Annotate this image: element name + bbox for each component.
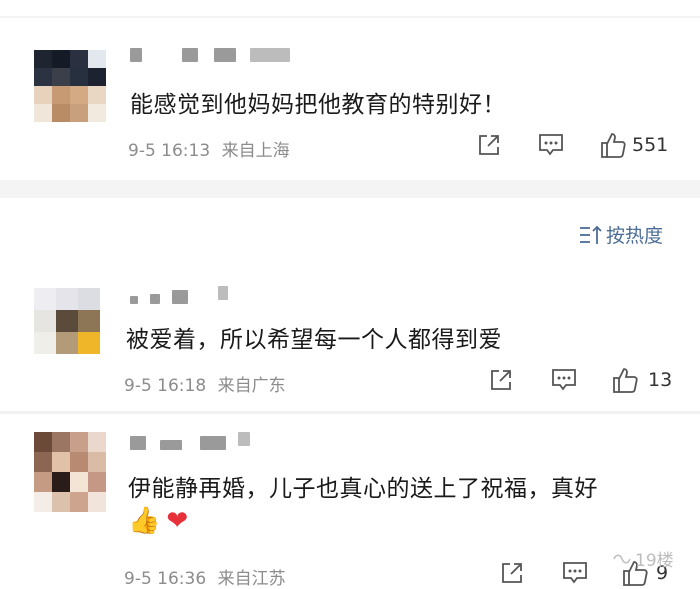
comment-time: 9-5 16:13 (128, 141, 211, 161)
section-divider (0, 180, 700, 198)
top-divider (0, 16, 700, 18)
comment-meta: 9-5 16:36 来自江苏 (124, 564, 286, 589)
like-count: 13 (648, 369, 673, 391)
comment-location: 来自上海 (221, 141, 290, 161)
comment-text: 伊能静再婚，儿子也真心的送上了祝福，真好 (128, 476, 598, 502)
comment-button[interactable] (538, 133, 564, 157)
sort-label: 按热度 (606, 225, 664, 247)
comment-icon (539, 134, 563, 156)
watermark: 19楼 (612, 546, 674, 571)
avatar[interactable] (34, 288, 100, 354)
comment-time: 9-5 16:36 (124, 569, 207, 589)
comment-button[interactable] (562, 561, 588, 585)
comment-icon (563, 562, 587, 584)
thumbs-up-emoji: 👍 (128, 506, 161, 536)
avatar[interactable] (34, 50, 106, 122)
like-button[interactable]: 13 (612, 366, 672, 394)
comment-location: 来自江苏 (217, 569, 286, 589)
comment-item: 伊能静再婚，儿子也真心的送上了祝福，真好 👍 ❤ 9-5 16:36 来自江苏 … (0, 414, 700, 589)
comment-button[interactable] (551, 368, 577, 392)
share-button[interactable] (489, 368, 513, 392)
comment-icon (552, 369, 576, 391)
watermark-text: 19楼 (635, 551, 674, 571)
like-count: 551 (632, 134, 669, 156)
like-button[interactable]: 551 (600, 131, 668, 159)
username-blurred[interactable] (130, 432, 260, 452)
comment-meta: 9-5 16:13 来自上海 (128, 136, 290, 161)
comment-text: 被爱着，所以希望每一个人都得到爱 (126, 327, 502, 353)
comment-meta: 9-5 16:18 来自广东 (124, 371, 286, 396)
comment-item: 能感觉到他妈妈把他教育的特别好！ 9-5 16:13 来自上海 551 (0, 30, 700, 180)
thumbs-up-icon (613, 368, 638, 393)
avatar[interactable] (34, 432, 106, 512)
share-icon (479, 135, 499, 155)
thumbs-up-icon (601, 133, 626, 158)
username-blurred[interactable] (130, 48, 300, 64)
watermark-logo-icon (613, 554, 631, 563)
comment-item: 被爱着，所以希望每一个人都得到爱 9-5 16:18 来自广东 13 (0, 270, 700, 410)
share-icon (502, 563, 522, 583)
comment-text: 能感觉到他妈妈把他教育的特别好！ (130, 92, 506, 118)
share-button[interactable] (500, 561, 524, 585)
share-icon (491, 370, 511, 390)
comment-location: 来自广东 (217, 376, 286, 396)
comment-time: 9-5 16:18 (124, 376, 207, 396)
share-button[interactable] (477, 133, 501, 157)
heart-emoji: ❤ (166, 506, 189, 536)
emoji-row: 👍 ❤ (128, 506, 188, 536)
sort-toggle[interactable]: 按热度 (578, 221, 663, 248)
sort-icon (580, 225, 602, 244)
username-blurred[interactable] (130, 286, 240, 306)
